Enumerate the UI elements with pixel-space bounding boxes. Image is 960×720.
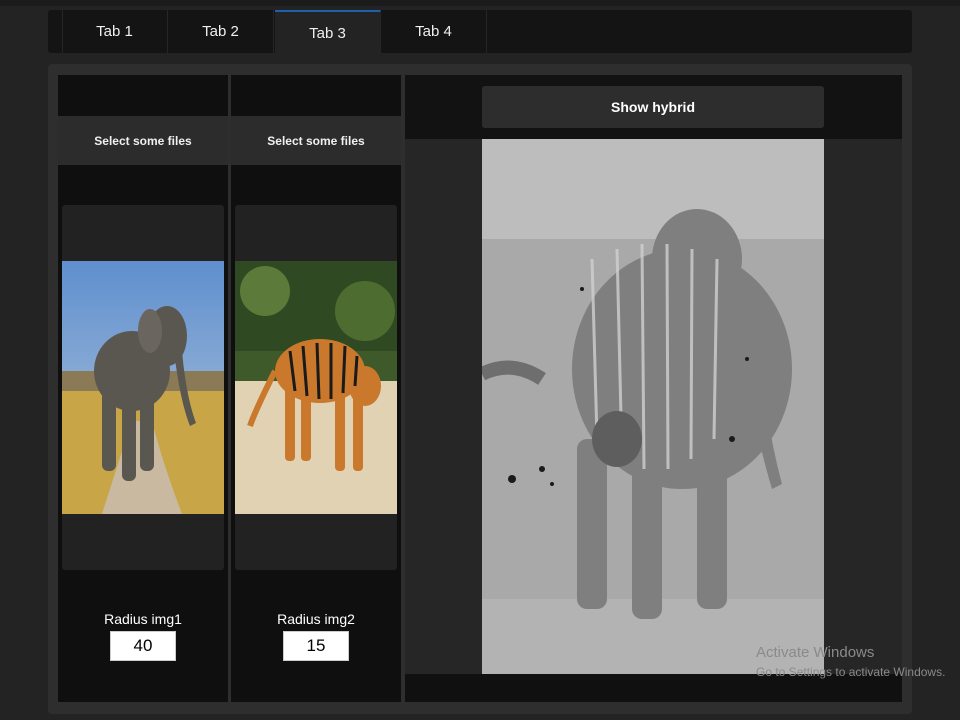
radius-img2-label: Radius img2	[277, 611, 355, 627]
hybrid-output-area	[405, 139, 902, 674]
select-files-button-1[interactable]: Select some files	[58, 116, 228, 165]
elephant-image	[62, 261, 224, 514]
hybrid-image	[482, 139, 824, 674]
radius-img1-label: Radius img1	[104, 611, 182, 627]
radius-img2-input[interactable]	[283, 631, 349, 661]
image1-column: Select some files Radius img1 40	[58, 75, 228, 702]
tiger-image	[235, 261, 397, 514]
image2-frame	[235, 205, 397, 570]
hybrid-column: Show hybrid	[405, 75, 902, 702]
tab-2[interactable]: Tab 2	[168, 10, 274, 53]
hybrid-header: Show hybrid	[405, 75, 902, 139]
tab-bar-spacer	[48, 10, 63, 53]
tab-4[interactable]: Tab 4	[381, 10, 487, 53]
watermark-title: Activate Windows	[756, 644, 875, 661]
tab-bar: Tab 1 Tab 2 Tab 3 Tab 4	[48, 10, 912, 54]
activate-windows-watermark: Activate Windows Go to Settings to activ…	[756, 644, 945, 679]
window-top-strip	[0, 0, 960, 6]
image1-frame	[62, 205, 224, 570]
tab-1[interactable]: Tab 1	[62, 10, 168, 53]
tab-3[interactable]: Tab 3	[275, 10, 381, 54]
select-files-button-2[interactable]: Select some files	[231, 116, 401, 165]
show-hybrid-button[interactable]: Show hybrid	[482, 86, 824, 128]
watermark-subtitle: Go to Settings to activate Windows.	[756, 665, 946, 679]
image2-column: Select some files Radius img2 15	[231, 75, 401, 702]
radius-img1-input[interactable]	[110, 631, 176, 661]
tab-content-panel: Select some files Radius img1 40 Select …	[48, 64, 912, 714]
